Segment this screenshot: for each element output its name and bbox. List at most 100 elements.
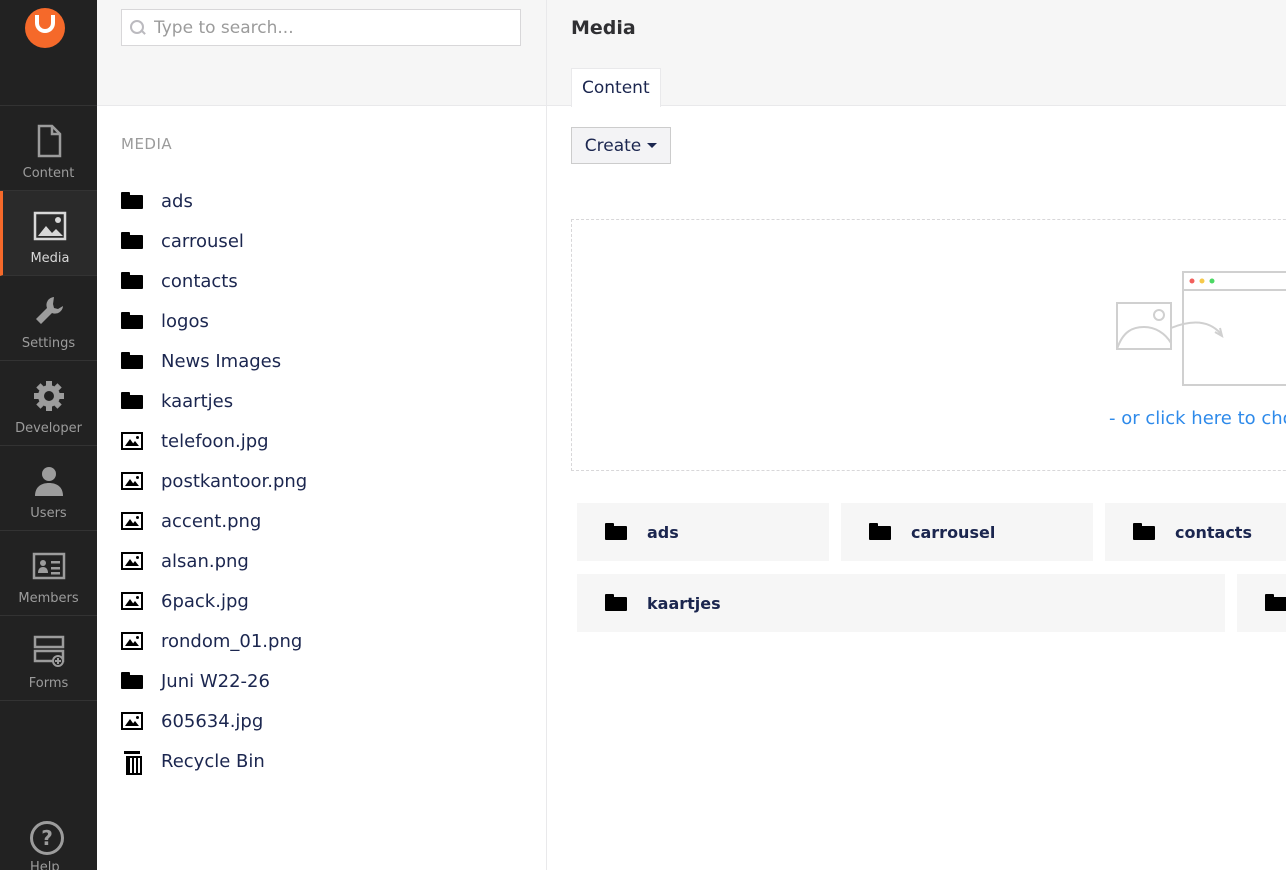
tree-section-title: MEDIA xyxy=(121,135,173,153)
folder-icon xyxy=(121,190,143,212)
rail-item-content[interactable]: Content xyxy=(0,106,97,191)
caret-down-icon xyxy=(647,143,658,148)
folder-icon xyxy=(605,521,627,543)
tree-item[interactable]: ads xyxy=(121,181,307,221)
image-file-icon xyxy=(121,472,143,490)
gear-icon xyxy=(33,381,64,411)
tree-header xyxy=(97,0,546,106)
folder-icon xyxy=(869,521,891,543)
tree-item[interactable]: accent.png xyxy=(121,501,307,541)
tree-item-label: accent.png xyxy=(161,510,262,532)
tree-item[interactable]: 6pack.jpg xyxy=(121,581,307,621)
editor-header: Media Content xyxy=(547,0,1286,107)
upload-dropzone[interactable]: - or click here to choo xyxy=(571,219,1286,471)
rail-label-settings: Settings xyxy=(21,336,76,351)
create-button-label: Create xyxy=(584,135,642,156)
app-rail: Content Media Settings Developer Users M… xyxy=(0,0,97,870)
tree-item[interactable]: Juni W22-26 xyxy=(121,661,307,701)
tree-item[interactable]: carrousel xyxy=(121,221,307,261)
tree-item-label: postkantoor.png xyxy=(161,470,308,492)
media-tile-label: carrousel xyxy=(911,522,996,542)
media-tile[interactable]: contacts xyxy=(1105,503,1286,561)
document-icon xyxy=(37,124,61,158)
tree-item-label: ads xyxy=(161,190,193,212)
image-file-icon xyxy=(121,712,143,730)
tree-item-label: Juni W22-26 xyxy=(161,670,270,692)
upload-illustration-icon xyxy=(1116,271,1286,386)
image-file-icon xyxy=(121,552,143,570)
media-tile[interactable] xyxy=(1237,574,1286,632)
tree-item[interactable]: alsan.png xyxy=(121,541,307,581)
wrench-icon xyxy=(35,297,63,324)
image-file-icon xyxy=(121,592,143,610)
folder-icon xyxy=(121,390,143,412)
rail-item-developer[interactable]: Developer xyxy=(0,361,97,446)
tree-item-label: 605634.jpg xyxy=(161,710,264,732)
tree-item[interactable]: News Images xyxy=(121,341,307,381)
folder-icon xyxy=(121,230,143,252)
tree-item-label: telefoon.jpg xyxy=(161,430,269,452)
page-title: Media xyxy=(571,17,636,39)
rail-label-users: Users xyxy=(30,506,67,521)
main-editor: Media Content Create - or click here to … xyxy=(547,0,1286,870)
media-tile[interactable]: kaartjes xyxy=(577,574,1225,632)
tree-item-label: kaartjes xyxy=(161,390,234,412)
folder-icon xyxy=(121,670,143,692)
folder-icon xyxy=(121,310,143,332)
rail-item-users[interactable]: Users xyxy=(0,446,97,531)
umbraco-logo[interactable] xyxy=(25,8,65,48)
rail-item-settings[interactable]: Settings xyxy=(0,276,97,361)
tree-item-label: contacts xyxy=(161,270,238,292)
media-tile-label: ads xyxy=(647,522,679,542)
media-tile[interactable]: carrousel xyxy=(841,503,1093,561)
media-tree-panel: MEDIA ads carrousel contacts logos News Imag… xyxy=(97,0,547,870)
help-icon[interactable]: ? xyxy=(30,821,64,855)
tree-item-label: alsan.png xyxy=(161,550,249,572)
search-box[interactable] xyxy=(121,9,521,46)
tree-item-label: 6pack.jpg xyxy=(161,590,249,612)
help-label: Help xyxy=(30,860,60,870)
tree-item[interactable]: rondom_01.png xyxy=(121,621,307,661)
tree-item[interactable]: logos xyxy=(121,301,307,341)
tree-item-label: carrousel xyxy=(161,230,244,252)
media-tile[interactable]: ads xyxy=(577,503,829,561)
user-icon xyxy=(34,467,63,496)
rail-label-content: Content xyxy=(22,166,75,181)
tree-item[interactable]: 605634.jpg xyxy=(121,701,307,741)
tree-item[interactable]: kaartjes xyxy=(121,381,307,421)
folder-icon xyxy=(605,592,627,614)
folder-icon xyxy=(121,270,143,292)
tree-item[interactable]: postkantoor.png xyxy=(121,461,307,501)
tree-item-label: logos xyxy=(161,310,209,332)
image-file-icon xyxy=(121,632,143,650)
rail-label-media: Media xyxy=(30,251,70,266)
tree-item-label: rondom_01.png xyxy=(161,630,303,652)
tree-list: ads carrousel contacts logos News Images kaar… xyxy=(121,181,307,781)
rail-item-forms[interactable]: Forms xyxy=(0,616,97,701)
rail-item-members[interactable]: Members xyxy=(0,531,97,616)
rail-item-media[interactable]: Media xyxy=(0,191,97,276)
tree-item-label: News Images xyxy=(161,350,282,372)
trash-icon xyxy=(121,750,143,775)
folder-icon xyxy=(1265,592,1286,614)
tree-item-label: Recycle Bin xyxy=(161,750,265,772)
image-file-icon xyxy=(121,512,143,530)
media-tile-label: contacts xyxy=(1175,522,1252,542)
rail-label-developer: Developer xyxy=(15,421,82,436)
folder-icon xyxy=(1133,521,1155,543)
image-icon xyxy=(33,211,67,241)
dropzone-choose-link[interactable]: - or click here to choo xyxy=(1109,408,1286,429)
rail-label-members: Members xyxy=(18,591,79,606)
tree-item[interactable]: telefoon.jpg xyxy=(121,421,307,461)
forms-icon xyxy=(33,635,64,667)
id-card-icon xyxy=(32,552,65,580)
media-tile-label: kaartjes xyxy=(647,593,721,613)
rail-label-forms: Forms xyxy=(28,676,69,691)
create-button[interactable]: Create xyxy=(571,127,671,164)
search-input[interactable] xyxy=(154,17,514,38)
tab-content[interactable]: Content xyxy=(571,68,661,107)
image-file-icon xyxy=(121,432,143,450)
tree-item[interactable]: contacts xyxy=(121,261,307,301)
search-icon xyxy=(130,19,146,36)
tree-item[interactable]: Recycle Bin xyxy=(121,741,307,781)
